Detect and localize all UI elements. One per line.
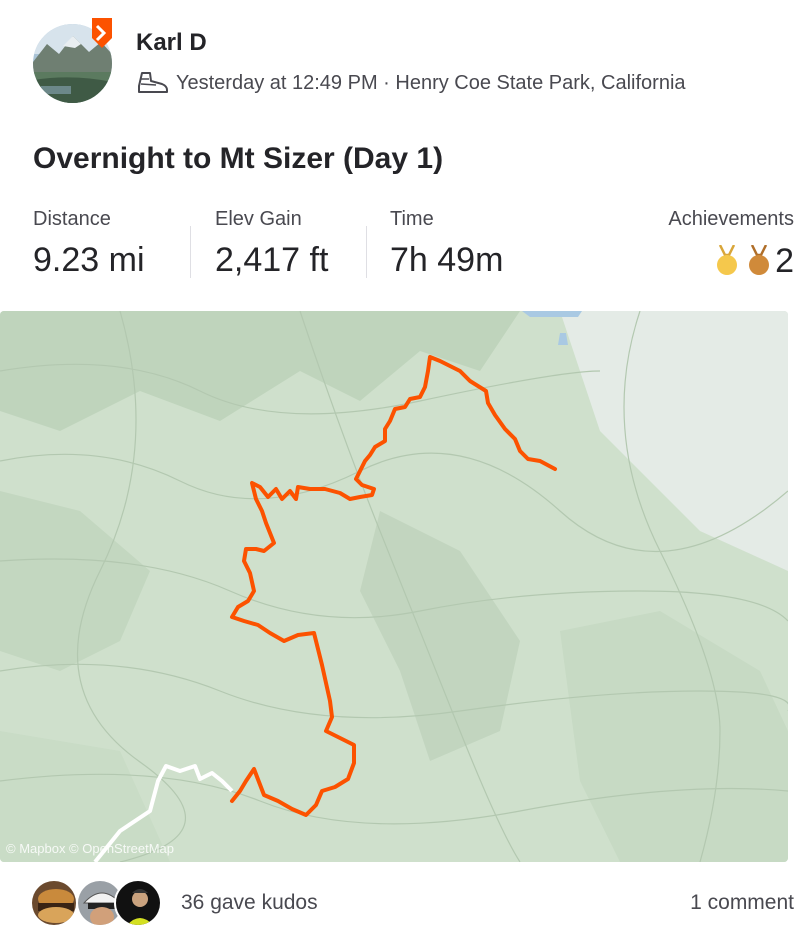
hiking-shoe-icon xyxy=(138,72,168,93)
route-map[interactable]: © Mapbox © OpenStreetMap xyxy=(0,311,788,862)
social-footer: 36 gave kudos 1 comment xyxy=(0,874,804,934)
stat-time-value: 7h 49m xyxy=(390,241,504,279)
stat-distance-value: 9.23 mi xyxy=(33,241,145,279)
stat-distance: Distance 9.23 mi xyxy=(33,208,145,280)
achievements-row: 2 xyxy=(668,241,794,281)
kudos-avatar[interactable] xyxy=(114,879,162,927)
activity-stats: Distance 9.23 mi Elev Gain 2,417 ft Time… xyxy=(0,208,804,288)
achievements-count: 2 xyxy=(775,241,794,280)
stat-elev-gain-value: 2,417 ft xyxy=(215,241,329,279)
gold-medal-icon xyxy=(717,245,738,275)
stat-time: Time 7h 49m xyxy=(390,208,503,280)
stat-time-label: Time xyxy=(390,208,434,230)
subscriber-badge-icon xyxy=(88,18,116,52)
activity-meta-text: Yesterday at 12:49 PM · Henry Coe State … xyxy=(176,71,686,94)
bronze-medal-icon xyxy=(749,245,770,275)
comments-link[interactable]: 1 comment xyxy=(690,891,794,915)
stat-achievements-label: Achievements xyxy=(668,208,794,230)
kudos-count[interactable]: 36 gave kudos xyxy=(181,891,318,915)
stat-divider xyxy=(190,226,191,278)
stat-elev-gain: Elev Gain 2,417 ft xyxy=(215,208,328,280)
map-attribution[interactable]: © Mapbox © OpenStreetMap xyxy=(6,841,174,856)
kudos-avatar[interactable] xyxy=(30,879,78,927)
activity-meta: Yesterday at 12:49 PM · Henry Coe State … xyxy=(136,68,686,98)
activity-header: Karl D Yesterday at 12:49 PM · Henry Coe… xyxy=(0,0,804,120)
stat-divider xyxy=(366,226,367,278)
stat-elev-gain-label: Elev Gain xyxy=(215,208,302,230)
athlete-name[interactable]: Karl D xyxy=(136,29,207,57)
stat-achievements[interactable]: Achievements 2 xyxy=(668,208,794,281)
activity-title[interactable]: Overnight to Mt Sizer (Day 1) xyxy=(33,142,443,176)
stat-distance-label: Distance xyxy=(33,208,111,230)
